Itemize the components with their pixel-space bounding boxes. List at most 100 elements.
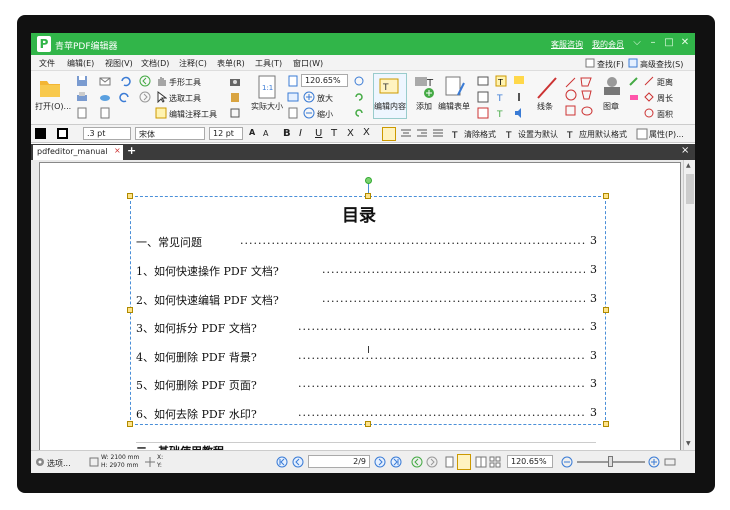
- prev-page-icon[interactable]: [292, 456, 304, 468]
- resize-handle-tl[interactable]: [127, 193, 133, 199]
- set-default-button[interactable]: 设置为默认: [518, 129, 558, 140]
- zoom-select[interactable]: 120.65%: [301, 74, 348, 87]
- distance-icon[interactable]: [643, 75, 655, 87]
- minimize-button[interactable]: –: [647, 37, 659, 49]
- edit-form-icon[interactable]: [444, 75, 466, 99]
- text-field-icon[interactable]: [477, 75, 489, 87]
- area-button[interactable]: 面积: [657, 109, 673, 120]
- grow-font-icon[interactable]: A: [249, 128, 255, 137]
- checkbox-icon[interactable]: [477, 91, 489, 103]
- print-icon[interactable]: [76, 91, 88, 103]
- scroll-up-icon[interactable]: ▲: [686, 162, 691, 169]
- clipboard-icon[interactable]: [229, 91, 241, 103]
- two-page-icon[interactable]: [475, 456, 487, 468]
- stroke-color-swatch[interactable]: [57, 128, 68, 139]
- font-tool-icon[interactable]: T: [495, 91, 507, 103]
- perimeter-button[interactable]: 周长: [657, 93, 673, 104]
- last-page-icon[interactable]: [390, 456, 402, 468]
- fit-page-icon[interactable]: [287, 75, 299, 87]
- continuous-page-icon[interactable]: [457, 454, 471, 470]
- underline-icon[interactable]: U: [315, 128, 322, 139]
- align-left-icon[interactable]: [382, 127, 396, 141]
- cursor-icon[interactable]: [155, 91, 167, 103]
- folder-icon[interactable]: [39, 75, 61, 99]
- perimeter-icon[interactable]: [643, 91, 655, 103]
- resize-handle-b[interactable]: [365, 421, 371, 427]
- vertical-scrollbar[interactable]: ▲ ▼: [683, 160, 695, 450]
- note-icon[interactable]: [513, 75, 525, 87]
- shrink-font-icon[interactable]: A: [263, 129, 268, 138]
- chevron-down-icon[interactable]: ⌵: [631, 37, 643, 49]
- menu-form[interactable]: 表单(R): [217, 58, 245, 69]
- page-number-input[interactable]: 2/9: [308, 455, 370, 468]
- align-right-icon[interactable]: [416, 129, 428, 139]
- zoom-out-icon[interactable]: [303, 107, 315, 119]
- resize-handle-bl[interactable]: [127, 421, 133, 427]
- menu-document[interactable]: 文档(D): [141, 58, 169, 69]
- rotate-handle[interactable]: [365, 177, 372, 184]
- advanced-find-icon[interactable]: [628, 58, 638, 68]
- add-icon[interactable]: T: [413, 75, 437, 99]
- subscript-icon[interactable]: X: [347, 128, 354, 139]
- list-field-icon[interactable]: [477, 107, 489, 119]
- single-page-icon[interactable]: [443, 456, 455, 468]
- document-icon[interactable]: [99, 107, 111, 119]
- resize-handle-t[interactable]: [365, 193, 371, 199]
- resize-handle-l[interactable]: [127, 307, 133, 313]
- gear-icon[interactable]: [35, 457, 45, 467]
- text-tool-icon[interactable]: T: [495, 75, 507, 87]
- eraser-icon[interactable]: [628, 91, 640, 103]
- hand-tool-button[interactable]: 手形工具: [169, 77, 201, 88]
- add-button[interactable]: 添加: [416, 101, 432, 112]
- cloud-icon[interactable]: [99, 91, 111, 103]
- zoom-out-button[interactable]: 缩小: [317, 109, 333, 120]
- line-tool-button[interactable]: 线条: [537, 101, 553, 112]
- rotate-icon[interactable]: [353, 91, 365, 103]
- status-zoom-select[interactable]: 120.65%: [507, 455, 553, 468]
- find-button[interactable]: 查找(F): [597, 59, 624, 70]
- justify-icon[interactable]: [432, 129, 444, 139]
- scroll-thumb[interactable]: [686, 174, 694, 204]
- actual-size-button[interactable]: 实际大小: [251, 101, 283, 112]
- superscript-icon[interactable]: X: [363, 127, 370, 138]
- align-center-icon[interactable]: [400, 129, 412, 139]
- properties-button[interactable]: 属性(P)...: [649, 129, 684, 140]
- italic-icon[interactable]: I: [299, 128, 302, 139]
- menu-comment[interactable]: 注释(C): [179, 58, 207, 69]
- maximize-button[interactable]: □: [663, 37, 675, 49]
- hand-icon[interactable]: [155, 75, 167, 87]
- annotation-icon[interactable]: [155, 107, 167, 119]
- zoom-dropdown-icon[interactable]: [353, 75, 365, 87]
- resize-handle-r[interactable]: [603, 307, 609, 313]
- advanced-find-button[interactable]: 高级查找(S): [640, 59, 683, 70]
- two-page-continuous-icon[interactable]: [489, 456, 501, 468]
- pdf-page[interactable]: 目录 一、常见问题 ..............................…: [39, 162, 681, 453]
- distance-button[interactable]: 距离: [657, 77, 673, 88]
- camera-icon[interactable]: [229, 75, 241, 87]
- resize-handle-br[interactable]: [603, 421, 609, 427]
- stamp-icon[interactable]: [601, 75, 623, 99]
- bold-icon[interactable]: B: [283, 128, 291, 139]
- pencil-icon[interactable]: [628, 75, 640, 87]
- zoom-slider-thumb[interactable]: [608, 456, 613, 467]
- edit-form-button[interactable]: 编辑表单: [438, 101, 470, 112]
- undo-icon[interactable]: [119, 75, 131, 87]
- fit-visible-icon[interactable]: [287, 107, 299, 119]
- next-page-icon[interactable]: [374, 456, 386, 468]
- close-button[interactable]: ✕: [679, 37, 691, 49]
- fill-color-swatch[interactable]: [35, 128, 46, 139]
- area-icon[interactable]: [643, 107, 655, 119]
- line-tool-icon[interactable]: [535, 75, 559, 101]
- support-link[interactable]: 客服咨询: [551, 39, 583, 50]
- member-link[interactable]: 我的会员: [592, 39, 624, 50]
- menu-view[interactable]: 视图(V): [105, 58, 133, 69]
- menu-edit[interactable]: 编辑(E): [67, 58, 94, 69]
- select-tool-button[interactable]: 选取工具: [169, 93, 201, 104]
- font-size-select[interactable]: 12 pt: [209, 127, 243, 140]
- attach-icon[interactable]: [513, 91, 525, 103]
- tab-close-icon[interactable]: ×: [114, 146, 121, 155]
- shapes-icon[interactable]: [563, 75, 595, 119]
- history-forward-icon[interactable]: [426, 456, 438, 468]
- fit-icon[interactable]: [664, 456, 676, 468]
- redo-icon[interactable]: [119, 91, 131, 103]
